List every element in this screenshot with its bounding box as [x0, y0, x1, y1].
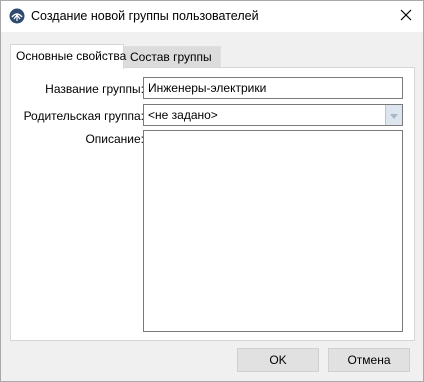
dialog-window: Создание новой группы пользователей Осно… — [0, 0, 424, 382]
chevron-down-icon — [390, 108, 398, 122]
group-name-label: Название группы: — [45, 82, 144, 96]
tab-group-members[interactable]: Состав группы — [124, 46, 221, 68]
title-bar: Создание новой группы пользователей — [1, 1, 423, 32]
window-title: Создание новой группы пользователей — [31, 9, 259, 23]
parent-group-label: Родительская группа: — [23, 109, 144, 123]
ok-button[interactable]: OK — [237, 348, 319, 372]
description-label: Описание: — [85, 132, 144, 146]
description-textarea[interactable] — [143, 130, 403, 332]
group-name-input[interactable]: Инженеры-электрики — [143, 77, 403, 99]
parent-group-select[interactable]: <не задано> — [143, 104, 403, 126]
parent-group-dropdown-button[interactable] — [385, 105, 402, 125]
app-logo-icon — [9, 8, 25, 24]
parent-group-value: <не задано> — [148, 108, 218, 122]
close-icon — [400, 9, 412, 24]
cancel-button[interactable]: Отмена — [328, 348, 410, 372]
tab-general-properties[interactable]: Основные свойства — [10, 44, 126, 69]
close-button[interactable] — [389, 1, 423, 32]
